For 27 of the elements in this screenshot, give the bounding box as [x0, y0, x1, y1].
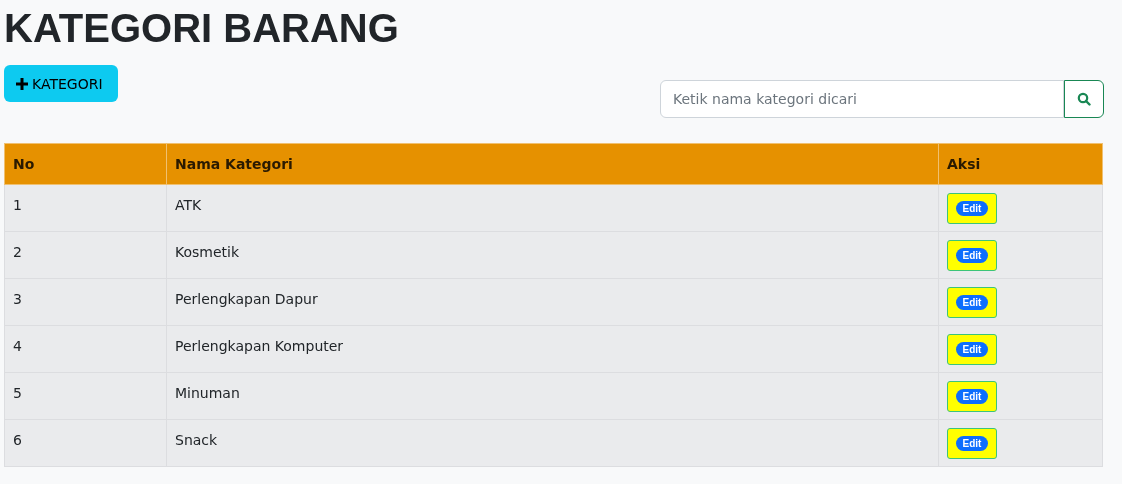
table-cell: Snack — [166, 419, 939, 467]
search-field[interactable]: Ketik nama kategori dicari — [660, 80, 1064, 118]
edit-button[interactable]: Edit — [947, 287, 997, 318]
table-cell: Perlengkapan Dapur — [166, 278, 939, 326]
table-cell: 6 — [4, 419, 167, 467]
table-cell: 4 — [4, 325, 167, 373]
table-cell: 5 — [4, 372, 167, 420]
search-button[interactable] — [1064, 80, 1104, 118]
table-cell: ATK — [166, 184, 939, 232]
edit-button[interactable]: Edit — [947, 334, 997, 365]
plus-icon — [16, 77, 28, 90]
page-title: KATEGORI BARANG — [4, 5, 400, 50]
table-cell: Minuman — [166, 372, 939, 420]
table-cell: 3 — [4, 278, 167, 326]
edit-button[interactable]: Edit — [947, 240, 997, 271]
table-cell: 1 — [4, 184, 167, 232]
edit-button[interactable]: Edit — [947, 428, 997, 459]
table-cell: 2 — [4, 231, 167, 279]
column-header: Aksi — [938, 143, 1103, 185]
column-header: No — [4, 143, 167, 185]
search-icon — [1077, 92, 1091, 106]
edit-button[interactable]: Edit — [947, 193, 997, 224]
edit-button[interactable]: Edit — [947, 381, 997, 412]
column-header: Nama Kategori — [166, 143, 939, 185]
add-category-button[interactable]: KATEGORI — [4, 65, 118, 102]
table-cell: Perlengkapan Komputer — [166, 325, 939, 373]
table-cell: Kosmetik — [166, 231, 939, 279]
